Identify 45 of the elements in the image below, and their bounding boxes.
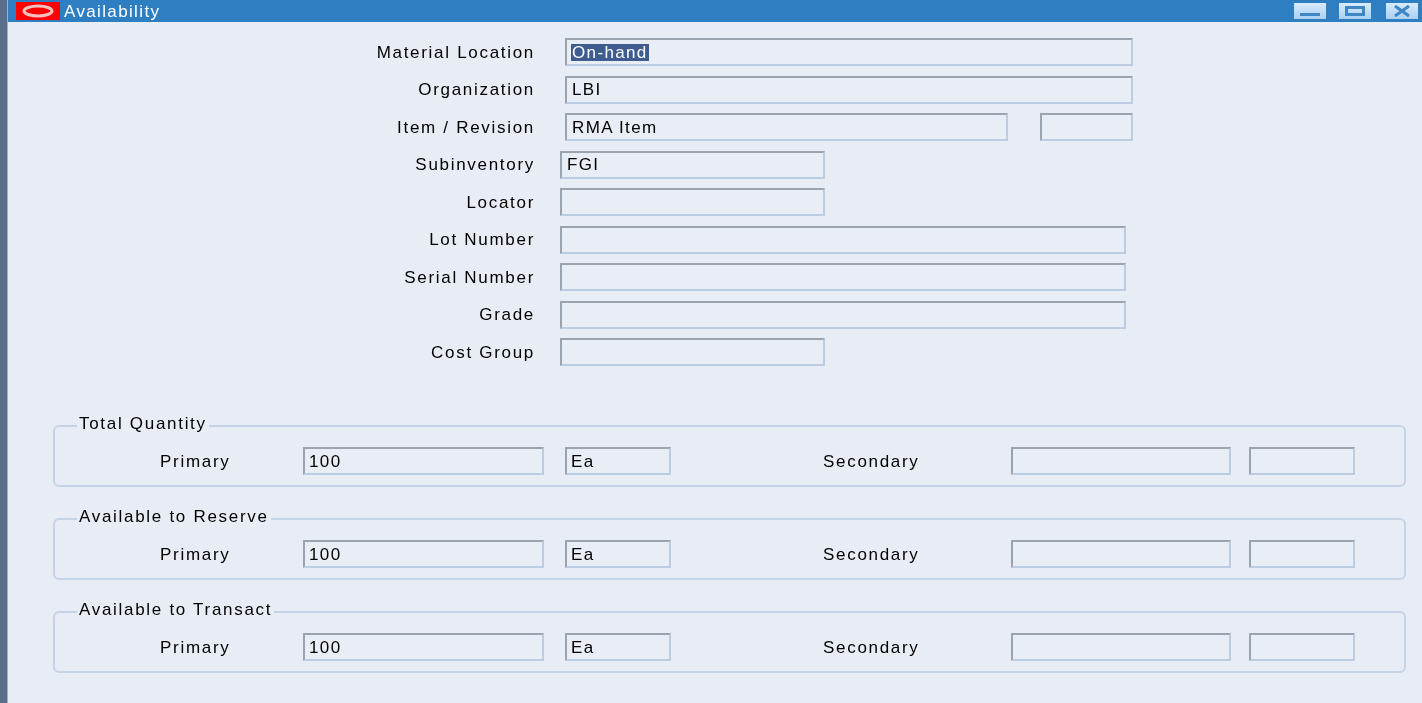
field-label: Secondary — [823, 638, 921, 656]
field-label: Primary — [160, 545, 232, 563]
secondary-quantity-field[interactable] — [1011, 447, 1231, 475]
logo-icon — [16, 2, 60, 20]
group-title: Total Quantity — [77, 415, 209, 432]
input-field[interactable]: FGI — [560, 150, 825, 179]
input-field[interactable] — [560, 188, 825, 216]
secondary-quantity-field[interactable] — [1011, 540, 1231, 568]
field-label: Primary — [160, 638, 232, 656]
field-label: Material Location — [375, 43, 535, 61]
input-field[interactable] — [560, 300, 1126, 329]
uom-field[interactable]: Ea — [565, 447, 671, 475]
quantity-field[interactable]: 100 — [303, 633, 544, 661]
group-title: Available to Transact — [77, 601, 275, 618]
field-label: Organization — [417, 81, 535, 98]
input-field[interactable]: LBI — [565, 75, 1133, 104]
field-label: Primary — [160, 452, 232, 470]
secondary-uom-field[interactable] — [1249, 447, 1355, 475]
close-button[interactable] — [1386, 3, 1418, 19]
field-label: Subinventory — [414, 156, 535, 173]
field-label: Item / Revision — [396, 118, 535, 136]
maximize-button[interactable] — [1339, 3, 1371, 19]
field-label: Secondary — [823, 452, 921, 470]
group-title: Available to Reserve — [77, 508, 271, 525]
minimize-button[interactable] — [1294, 3, 1326, 19]
uom-field[interactable]: Ea — [565, 540, 671, 568]
input-field[interactable] — [560, 225, 1126, 254]
secondary-uom-field[interactable] — [1249, 540, 1355, 568]
secondary-uom-field[interactable] — [1249, 633, 1355, 661]
field-label: Lot Number — [428, 231, 535, 248]
quantity-field[interactable]: 100 — [303, 447, 544, 475]
input-field[interactable]: RMA Item — [565, 113, 1008, 141]
revision-field[interactable] — [1040, 113, 1133, 141]
secondary-quantity-field[interactable] — [1011, 633, 1231, 661]
input-field[interactable] — [560, 338, 825, 366]
field-label: Secondary — [823, 545, 921, 563]
quantity-field[interactable]: 100 — [303, 540, 544, 568]
field-label: Grade — [478, 306, 535, 323]
window-title: Availability — [64, 2, 161, 20]
field-label: Cost Group — [430, 343, 535, 361]
field-label: Locator — [465, 193, 535, 211]
uom-field[interactable]: Ea — [565, 633, 671, 661]
field-label: Serial Number — [403, 268, 535, 286]
input-field[interactable] — [560, 263, 1126, 291]
input-field[interactable]: On-hand — [565, 38, 1133, 66]
